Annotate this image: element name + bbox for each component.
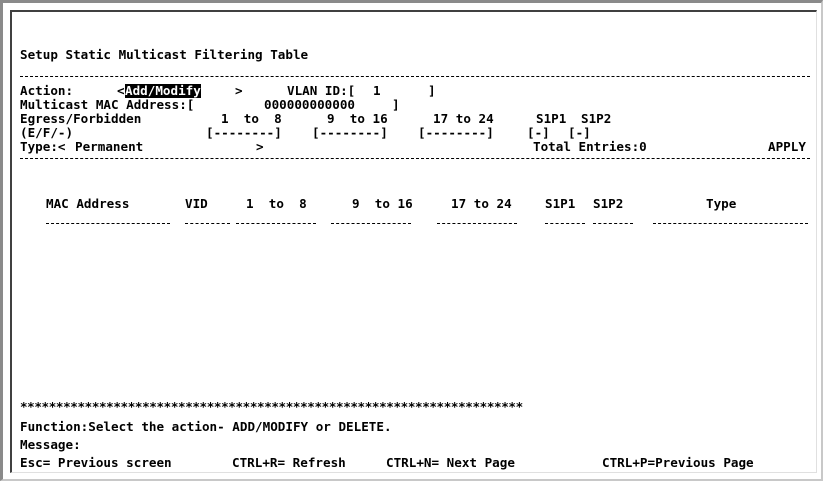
footer-next-page-hint: CTRL+N= Next Page: [386, 455, 515, 470]
vlan-id-label: VLAN ID:[: [287, 83, 356, 98]
type-label: Type:<: [20, 139, 66, 154]
col-header-mac: MAC Address: [46, 196, 130, 211]
action-selector[interactable]: Add/Modify: [125, 84, 201, 98]
vlan-id-field[interactable]: 1: [373, 84, 403, 98]
mac-address-label: Multicast MAC Address:[: [20, 97, 195, 112]
function-help-text: Function:Select the action- ADD/MODIFY o…: [20, 419, 392, 434]
message-label: Message:: [20, 437, 81, 452]
footer-esc-hint: Esc= Previous screen: [20, 455, 172, 470]
type-selector[interactable]: Permanent: [75, 140, 143, 154]
egress-range-9-16: 9 to 16: [327, 111, 388, 126]
col-underline-mac: [46, 223, 170, 224]
type-close: >: [256, 139, 264, 154]
efd-s1p2[interactable]: [-]: [568, 126, 591, 140]
col-underline-1-8: [236, 223, 316, 224]
efd-ports-17-24[interactable]: [--------]: [418, 126, 494, 140]
divider-middle: [20, 158, 810, 159]
efd-ports-1-8[interactable]: [--------]: [206, 126, 282, 140]
mac-address-close: ]: [392, 97, 400, 112]
col-header-s1p2: S1P2: [593, 196, 624, 211]
col-header-1-8: 1 to 8: [246, 196, 307, 211]
col-underline-17-24: [437, 223, 517, 224]
col-underline-9-16: [331, 223, 411, 224]
egress-range-1-8: 1 to 8: [221, 111, 282, 126]
egress-s1p1: S1P1: [536, 111, 567, 126]
total-entries: Total Entries:0: [533, 139, 647, 154]
efd-s1p1[interactable]: [-]: [527, 126, 550, 140]
egress-label: Egress/Forbidden: [20, 111, 142, 126]
col-header-17-24: 17 to 24: [451, 196, 512, 211]
col-header-9-16: 9 to 16: [352, 196, 413, 211]
mac-address-field[interactable]: 000000000000: [264, 98, 355, 112]
egress-s1p2: S1P2: [581, 111, 612, 126]
action-label: Action:: [20, 83, 81, 98]
vlan-id-close: ]: [428, 83, 436, 98]
footer-refresh-hint: CTRL+R= Refresh: [232, 455, 346, 470]
col-underline-type: [653, 223, 808, 224]
action-close-bracket: >: [235, 83, 243, 98]
col-header-vid: VID: [185, 196, 208, 211]
separator-stars: ****************************************…: [20, 399, 523, 414]
efd-label: (E/F/-): [20, 125, 74, 140]
efd-ports-9-16[interactable]: [--------]: [312, 126, 388, 140]
footer-previous-page-hint: CTRL+P=Previous Page: [602, 455, 754, 470]
page-title: Setup Static Multicast Filtering Table: [20, 47, 309, 62]
col-underline-s1p1: [545, 223, 585, 224]
egress-range-17-24: 17 to 24: [433, 111, 494, 126]
col-header-type: Type: [706, 196, 737, 211]
col-underline-s1p2: [593, 223, 633, 224]
col-header-s1p1: S1P1: [545, 196, 576, 211]
col-underline-vid: [185, 223, 230, 224]
apply-button[interactable]: APPLY: [768, 140, 806, 154]
action-open-bracket: <: [117, 83, 125, 98]
divider-top: [20, 76, 810, 77]
